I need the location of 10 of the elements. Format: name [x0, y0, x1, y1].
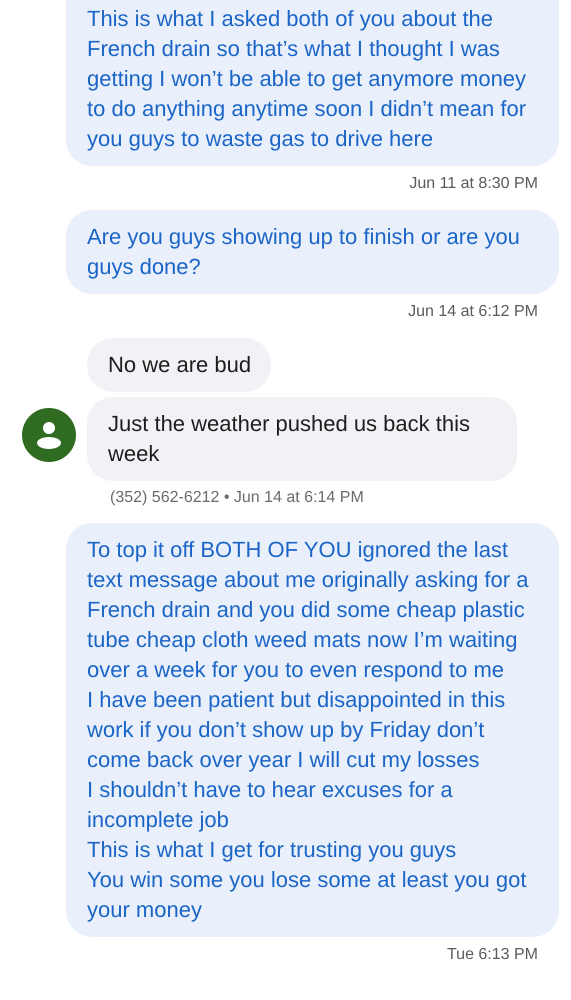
message-bubble: No we are bud [87, 338, 272, 392]
message-timestamp: Jun 14 at 6:12 PM [408, 303, 538, 321]
message-bubble: To top it off BOTH OF YOU ignored the last text message about me originally asking for a French drain and you did some cheap plastic tube cheap cloth weed mats now I’m waiting over a week for you to even respond to me I have been patient but disappointed in this work if you don’t show up by Friday don’t come back over year I will cut my losses I shouldn’t have to hear excuses for a incomplete job This is what I get for trusting you guys You win some you lose some at least you got your money [66, 523, 559, 937]
message-bubble: Just the weather pushed us back this week [87, 397, 517, 481]
message-bubble: This is what I asked both of you about the French drain so that’s what I thought I was getting I won’t be able to get anymore money to do anything anytime soon I didn’t mean for you guys to waste gas to drive here [66, 0, 559, 166]
message-sender-time: (352) 562-6212 • Jun 14 at 6:14 PM [110, 489, 365, 507]
message-bubble: Are you guys showing up to finish or are you guys done? [66, 210, 559, 294]
message-timestamp: Jun 11 at 8:30 PM [409, 175, 538, 193]
avatar-icon [22, 408, 76, 462]
message-timestamp: Tue 6:13 PM [446, 946, 538, 964]
